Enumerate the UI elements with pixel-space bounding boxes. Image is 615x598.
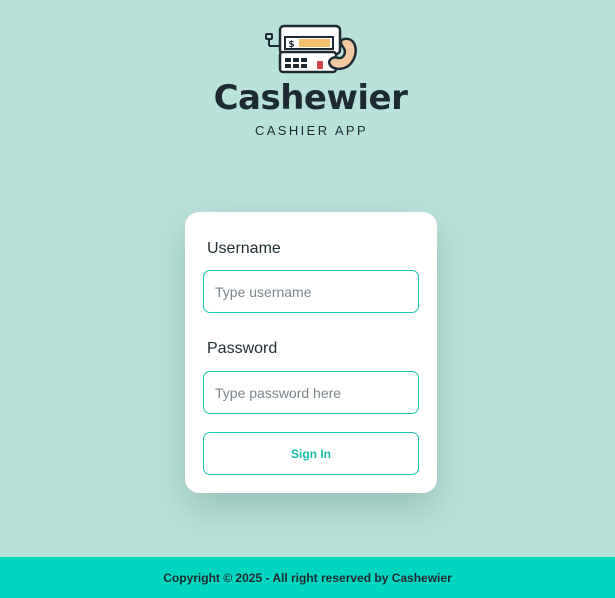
- app-tagline: CASHIER APP: [254, 123, 369, 138]
- login-form: Username Password Sign In: [185, 212, 437, 493]
- app-name: Cashewier: [213, 78, 408, 118]
- password-input[interactable]: [203, 371, 419, 414]
- svg-text:$: $: [288, 40, 294, 50]
- username-label: Username: [207, 240, 281, 257]
- cash-register-icon: $: [265, 24, 357, 74]
- footer: Copyright © 2025 - All right reserved by…: [0, 557, 615, 598]
- username-input[interactable]: [203, 270, 419, 313]
- password-label: Password: [207, 340, 278, 357]
- brand-header: $ Cashewier CASHIER APP: [0, 0, 615, 150]
- copyright-text: Copyright © 2025 - All right reserved by…: [163, 570, 452, 585]
- sign-in-button[interactable]: Sign In: [203, 432, 419, 475]
